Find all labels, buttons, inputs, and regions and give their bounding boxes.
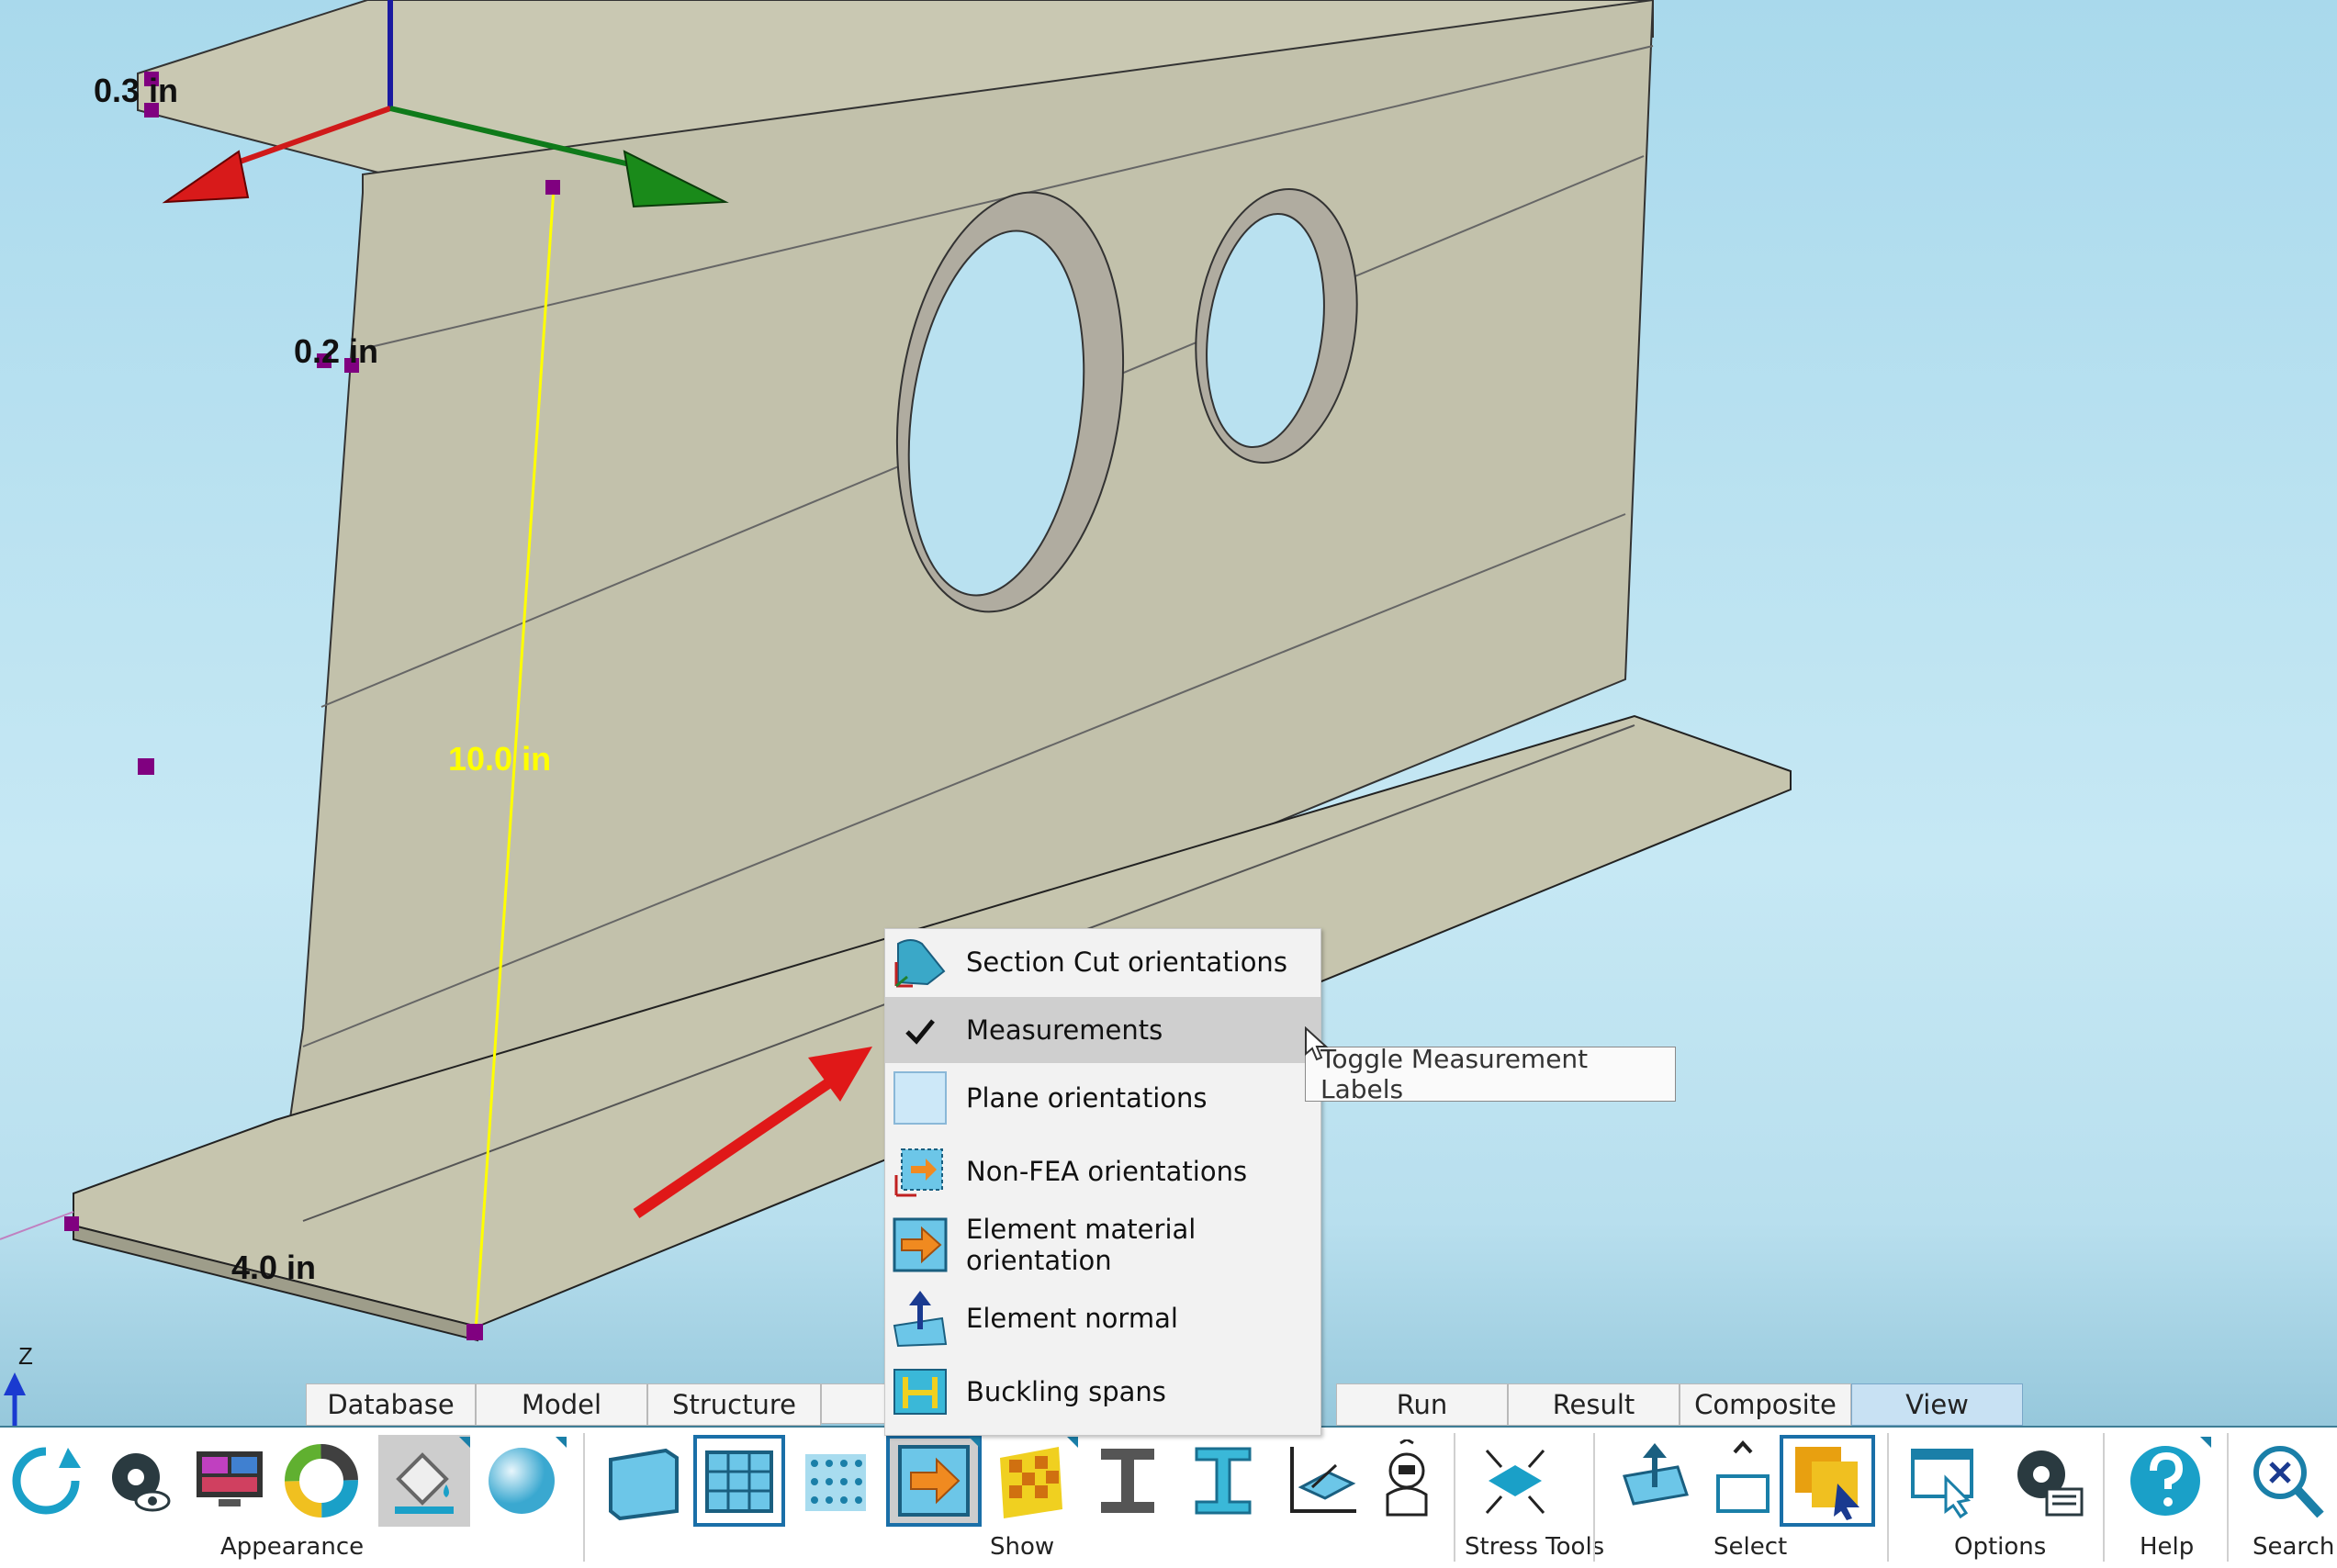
surface-icon xyxy=(609,1448,679,1521)
view-settings-button[interactable] xyxy=(92,1435,184,1527)
measure-label-flange-thickness: 0.3 in xyxy=(94,72,179,109)
measure-label-web-thickness: 0.2 in xyxy=(294,332,379,370)
section-cut-icon xyxy=(894,939,946,988)
group-label-show: Show xyxy=(990,1533,1055,1561)
gear-eye-icon xyxy=(112,1453,171,1512)
plane-icon xyxy=(893,1071,947,1125)
element-normal-icon xyxy=(893,1291,948,1348)
i-beam-outline-icon xyxy=(1195,1447,1252,1515)
menu-item-element-material-orientation[interactable]: Element material orientation xyxy=(885,1212,1320,1278)
coordinate-plane-icon xyxy=(1290,1447,1356,1513)
x-axis-arrow xyxy=(162,150,250,204)
help-button[interactable] xyxy=(2119,1435,2211,1527)
mesh-icon xyxy=(705,1450,773,1513)
tab-structure[interactable]: Structure xyxy=(647,1383,821,1426)
refresh-icon xyxy=(12,1447,81,1515)
select-pointer-button[interactable] xyxy=(1780,1435,1875,1527)
select-pointer-icon xyxy=(1795,1447,1859,1520)
group-label-options: Options xyxy=(1954,1533,2047,1561)
checkmark-icon xyxy=(905,1019,935,1045)
paint-bucket-button[interactable] xyxy=(378,1435,470,1527)
menu-item-label: Buckling spans xyxy=(966,1376,1166,1407)
show-orientations-menu: Section Cut orientations Measurements Pl… xyxy=(884,928,1321,1436)
show-astronaut-button[interactable] xyxy=(1361,1435,1453,1527)
show-mesh-button[interactable] xyxy=(693,1435,785,1527)
buckling-span-icon xyxy=(893,1369,947,1415)
display-button[interactable] xyxy=(184,1435,275,1527)
select-region-button[interactable] xyxy=(1609,1435,1701,1527)
tab-view[interactable]: View xyxy=(1851,1383,2023,1426)
sphere-icon xyxy=(489,1448,555,1514)
show-beam-sections-button[interactable] xyxy=(1177,1435,1269,1527)
menu-item-label: Plane orientations xyxy=(966,1082,1208,1114)
search-button[interactable] xyxy=(2241,1435,2332,1527)
astronaut-icon xyxy=(1386,1439,1428,1517)
orange-arrow-icon xyxy=(898,1445,970,1517)
show-beams-button[interactable] xyxy=(1082,1435,1174,1527)
tab-database[interactable]: Database xyxy=(306,1383,476,1426)
select-box-arrow-icon xyxy=(1623,1443,1689,1506)
color-wheel-icon xyxy=(285,1444,358,1518)
stress-tools-button[interactable] xyxy=(1469,1435,1561,1527)
menu-item-label: Section Cut orientations xyxy=(966,946,1287,978)
menu-item-non-fea-orientations[interactable]: Non-FEA orientations xyxy=(885,1138,1320,1204)
stress-tools-icon xyxy=(1485,1450,1545,1514)
tab-model[interactable]: Model xyxy=(476,1383,647,1426)
sphere-button[interactable] xyxy=(476,1435,567,1527)
paint-bucket-icon xyxy=(395,1452,454,1514)
checker-icon xyxy=(1000,1447,1062,1518)
group-label-search: Search xyxy=(2253,1533,2335,1561)
show-surfaces-button[interactable] xyxy=(597,1435,689,1527)
measure-label-flange-width: 4.0 in xyxy=(231,1249,317,1286)
group-label-help: Help xyxy=(2140,1533,2195,1561)
tooltip-text: Toggle Measurement Labels xyxy=(1320,1044,1589,1104)
node-grid-icon xyxy=(805,1454,866,1511)
show-plies-button[interactable] xyxy=(984,1435,1076,1527)
menu-item-plane-orientations[interactable]: Plane orientations xyxy=(885,1065,1320,1131)
menu-item-label: Element normal xyxy=(966,1303,1178,1334)
search-icon xyxy=(2253,1446,2324,1518)
color-wheel-button[interactable] xyxy=(275,1435,367,1527)
options-button[interactable] xyxy=(1899,1435,1991,1527)
tab-run[interactable]: Run xyxy=(1336,1383,1508,1426)
settings-button[interactable] xyxy=(2000,1435,2092,1527)
menu-item-label: Measurements xyxy=(966,1014,1163,1046)
mouse-cursor-icon xyxy=(1305,1026,1329,1061)
menu-item-measurements[interactable]: Measurements xyxy=(885,997,1320,1063)
show-coordinate-systems-button[interactable] xyxy=(1275,1435,1366,1527)
help-icon xyxy=(2130,1446,2200,1516)
z-axis-label: Z xyxy=(18,1342,33,1370)
non-fea-icon xyxy=(894,1148,943,1197)
i-beam-icon xyxy=(1101,1449,1154,1513)
menu-item-label: Non-FEA orientations xyxy=(966,1156,1248,1187)
menu-item-buckling-spans[interactable]: Buckling spans xyxy=(885,1359,1320,1425)
gear-id-icon xyxy=(2017,1450,2084,1517)
refresh-button[interactable] xyxy=(0,1435,92,1527)
tab-result[interactable]: Result xyxy=(1508,1383,1680,1426)
measure-label-height: 10.0 in xyxy=(448,740,552,778)
menu-item-element-normal[interactable]: Element normal xyxy=(885,1285,1320,1351)
menu-item-label: Element material orientation xyxy=(966,1214,1197,1276)
tab-composite[interactable]: Composite xyxy=(1680,1383,1851,1426)
group-label-select: Select xyxy=(1713,1533,1788,1561)
group-label-appearance: Appearance xyxy=(220,1533,365,1561)
select-mode-button[interactable] xyxy=(1697,1435,1789,1527)
monitor-icon xyxy=(197,1451,263,1506)
group-label-stress-tools: Stress Tools xyxy=(1465,1533,1605,1561)
show-nodes-button[interactable] xyxy=(790,1435,882,1527)
menu-item-section-cut-orientations[interactable]: Section Cut orientations xyxy=(885,929,1320,995)
select-rectangle-icon xyxy=(1716,1440,1770,1513)
view-toolbar: Appearance Show Stress Tools Select Opti… xyxy=(0,1426,2337,1568)
tooltip: Toggle Measurement Labels xyxy=(1305,1044,1676,1104)
show-orientations-button[interactable] xyxy=(886,1435,982,1527)
orange-arrow-icon xyxy=(893,1217,948,1272)
window-pointer-icon xyxy=(1911,1449,1973,1519)
